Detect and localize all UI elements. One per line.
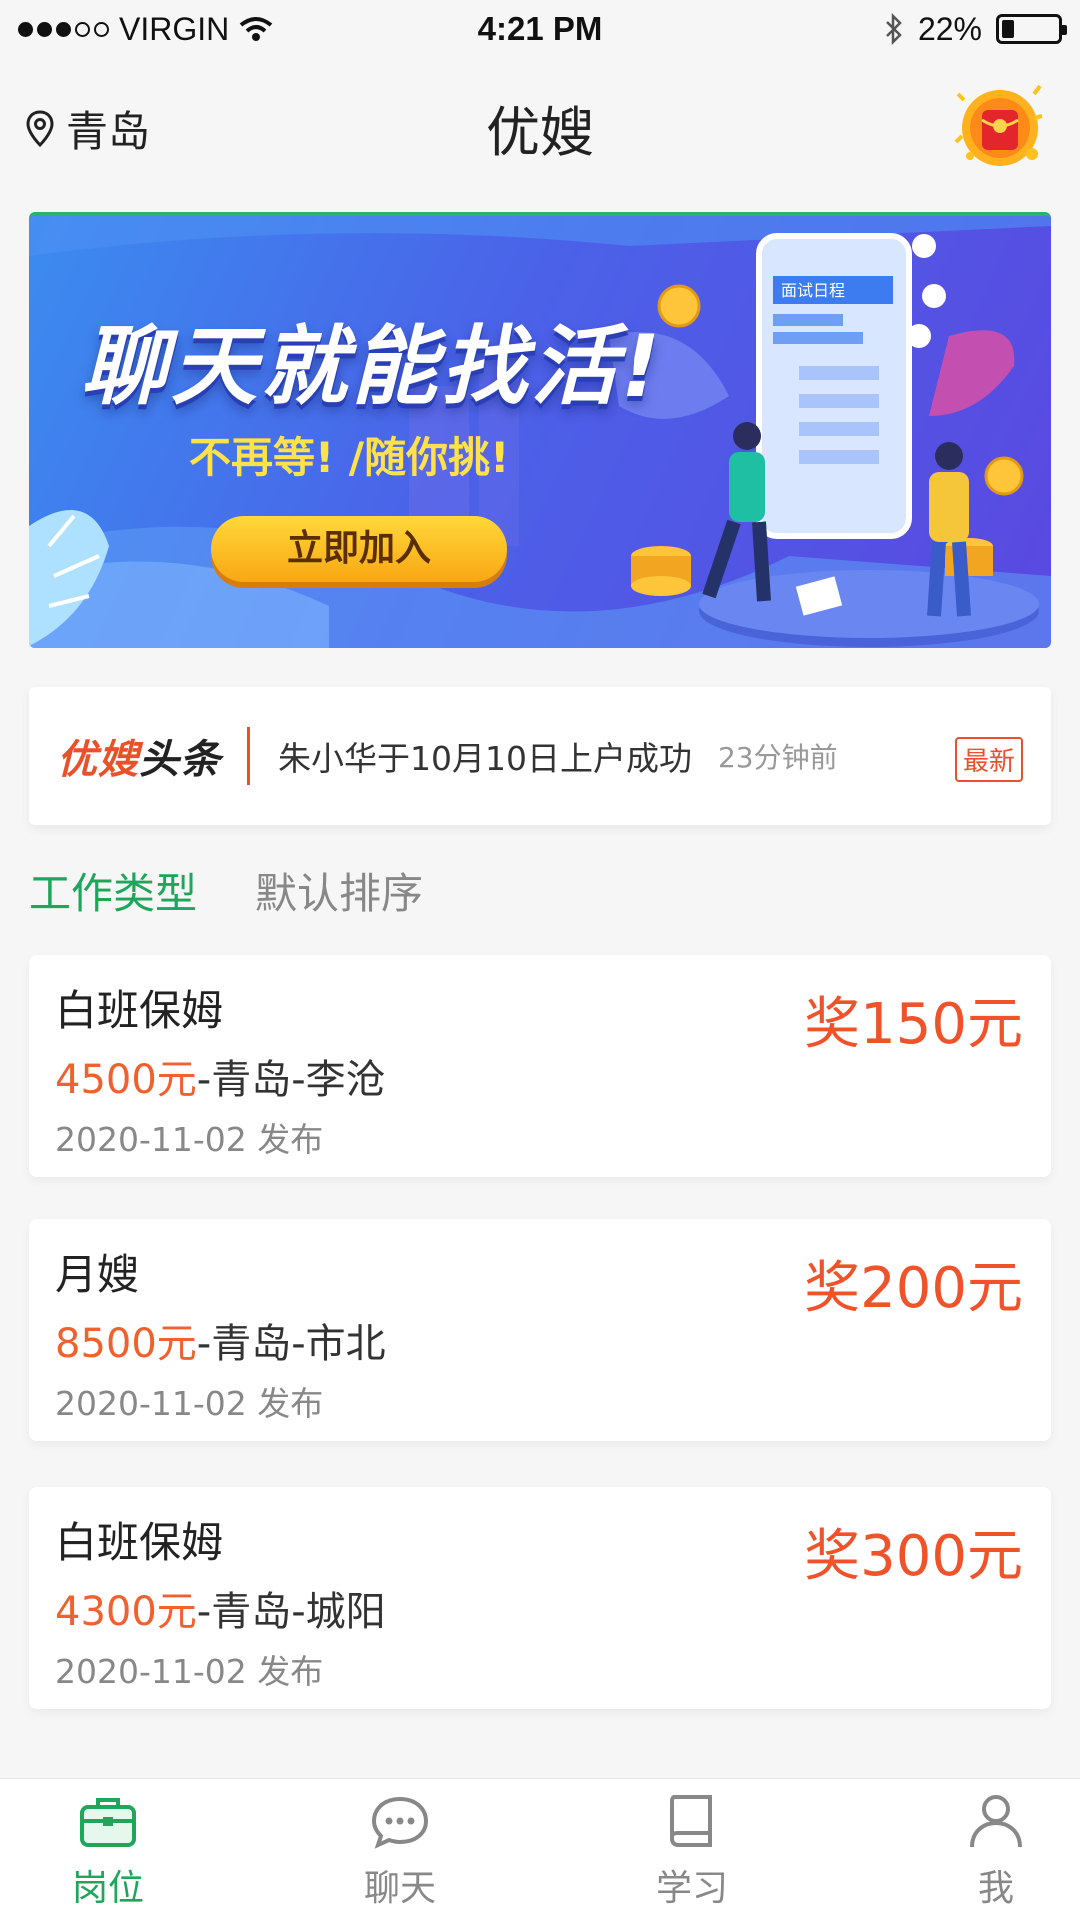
tab-me[interactable]: 我	[926, 1793, 1066, 1911]
page-title: 优嫂	[486, 101, 594, 164]
tab-label: 我	[977, 1868, 1014, 1909]
tab-label: 学习	[655, 1868, 728, 1909]
signal-strength-icon	[18, 21, 109, 37]
book-icon	[670, 1795, 712, 1847]
job-bonus: 奖200元	[804, 1256, 1023, 1321]
red-packet-button[interactable]	[950, 76, 1050, 176]
job-salary: 8500元	[55, 1321, 197, 1367]
news-time: 23分钟前	[717, 741, 838, 774]
battery-icon	[996, 14, 1067, 44]
phone-caption: 面试日程	[781, 281, 845, 300]
carrier-name: VIRGIN	[119, 10, 230, 47]
briefcase-icon	[80, 1798, 136, 1847]
job-date: 2020-11-02 发布	[55, 1384, 324, 1423]
tab-learn[interactable]: 学习	[622, 1793, 762, 1911]
job-salary-location: 4300元-青岛-城阳	[55, 1579, 386, 1637]
tab-label: 聊天	[363, 1868, 436, 1909]
job-salary-location: 4500元-青岛-李沧	[55, 1047, 386, 1105]
banner-headline: 聊天就能找活!	[81, 317, 665, 417]
location-pin-icon	[26, 109, 54, 147]
tab-jobs[interactable]: 岗位	[38, 1793, 178, 1911]
job-title: 白班保姆	[55, 1518, 224, 1567]
job-bonus: 奖300元	[804, 1524, 1023, 1589]
filter-job-type[interactable]: 工作类型	[29, 860, 197, 921]
news-text: 朱小华于10月10日上户成功	[278, 739, 692, 778]
banner-illustration: 面试日程	[29, 216, 1051, 648]
job-salary: 4500元	[55, 1057, 197, 1103]
join-now-button[interactable]: 立即加入	[211, 516, 507, 582]
job-salary: 4300元	[55, 1589, 197, 1635]
news-brand: 优嫂头条	[57, 727, 221, 785]
status-bar: VIRGIN 4:21 PM 22%	[0, 0, 1080, 58]
clock: 4:21 PM	[477, 10, 603, 47]
job-salary-location: 8500元-青岛-市北	[55, 1311, 386, 1369]
banner-subline: 不再等! /随你挑!	[189, 433, 510, 482]
person-icon	[970, 1795, 1022, 1848]
tab-chat[interactable]: 聊天	[330, 1793, 470, 1911]
city-selector[interactable]: 青岛	[26, 98, 150, 159]
battery-fill	[1002, 20, 1014, 38]
job-bonus: 奖150元	[804, 992, 1023, 1057]
job-location: -青岛-李沧	[196, 1057, 386, 1103]
news-divider	[247, 727, 250, 785]
chat-bubble-icon	[371, 1796, 429, 1849]
job-date: 2020-11-02 发布	[55, 1120, 324, 1159]
job-date: 2020-11-02 发布	[55, 1652, 324, 1691]
job-title: 月嫂	[55, 1250, 140, 1299]
bottom-tab-bar: 岗位 聊天 学习 我	[0, 1778, 1080, 1920]
tab-label: 岗位	[71, 1868, 144, 1909]
filter-default-sort[interactable]: 默认排序	[255, 860, 423, 921]
job-location: -青岛-市北	[196, 1321, 386, 1367]
filter-bar: 工作类型 默认排序	[29, 860, 423, 921]
news-new-badge: 最新	[954, 737, 1023, 782]
job-title: 白班保姆	[55, 986, 224, 1035]
app-header: 青岛 优嫂	[0, 58, 1080, 183]
promo-banner[interactable]: 面试日程 聊天就能找活! 不再等! /随你挑! 立即加入	[29, 212, 1051, 648]
job-card[interactable]: 月嫂 8500元-青岛-市北 2020-11-02 发布 奖200元	[29, 1219, 1051, 1441]
red-packet-icon	[954, 84, 1043, 166]
job-location: -青岛-城阳	[196, 1589, 386, 1635]
bluetooth-icon	[886, 13, 902, 45]
job-card[interactable]: 白班保姆 4300元-青岛-城阳 2020-11-02 发布 奖300元	[29, 1487, 1051, 1709]
city-label: 青岛	[66, 107, 151, 156]
battery-percent: 22%	[917, 10, 982, 47]
wifi-icon	[239, 17, 273, 41]
job-card[interactable]: 白班保姆 4500元-青岛-李沧 2020-11-02 发布 奖150元	[29, 955, 1051, 1177]
news-ticker[interactable]: 优嫂头条 朱小华于10月10日上户成功 23分钟前 最新	[29, 687, 1051, 825]
news-brand-red: 优嫂	[57, 737, 139, 783]
news-brand-dark: 头条	[139, 737, 221, 783]
